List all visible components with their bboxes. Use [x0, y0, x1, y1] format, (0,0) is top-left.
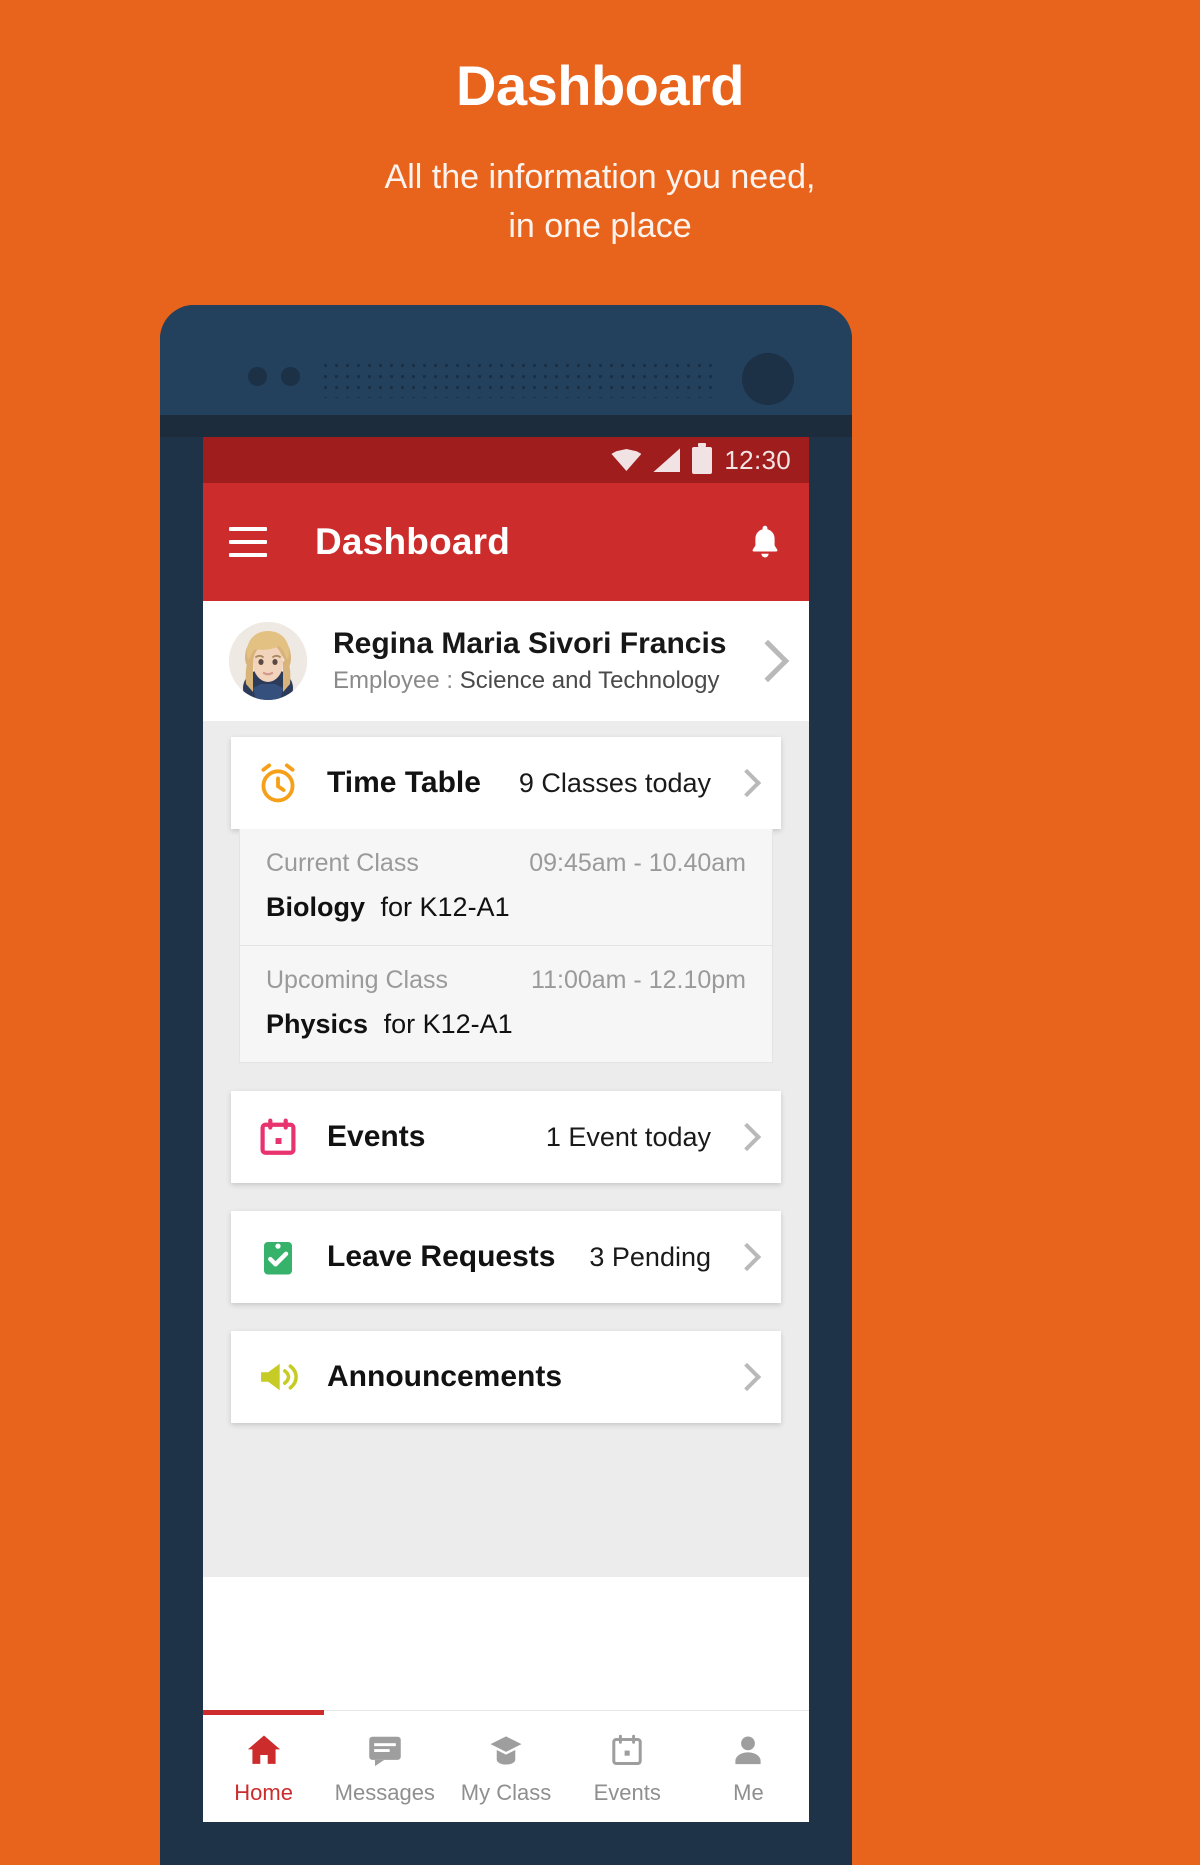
class-section: for K12-A1 [383, 1009, 513, 1039]
phone-mockup: 12:30 Dashboard Regina Maria Sivori Fran… [160, 305, 852, 1865]
card-announcements-row[interactable]: Announcements [231, 1331, 781, 1423]
battery-icon [692, 442, 713, 474]
chevron-right-icon[interactable] [732, 768, 762, 798]
promo-header: Dashboard All the information you need, … [0, 0, 1200, 300]
class-item-current[interactable]: Current Class 09:45am - 10.40am Biology … [240, 829, 772, 945]
profile-role: Employee : Science and Technology [333, 667, 743, 695]
class-section: for K12-A1 [380, 892, 510, 922]
class-item-upcoming[interactable]: Upcoming Class 11:00am - 12.10pm Physics… [240, 945, 772, 1062]
profile-row[interactable]: Regina Maria Sivori Francis Employee : S… [203, 601, 809, 721]
card-leave-requests[interactable]: Leave Requests 3 Pending [231, 1211, 781, 1303]
card-timetable-row[interactable]: Time Table 9 Classes today [231, 737, 781, 829]
status-bar: 12:30 [203, 437, 809, 483]
calendar-icon [255, 1116, 301, 1158]
profile-name: Regina Maria Sivori Francis [333, 627, 727, 660]
nav-item-home[interactable]: Home [203, 1710, 325, 1822]
card-announcements[interactable]: Announcements [231, 1331, 781, 1423]
phone-screen: 12:30 Dashboard Regina Maria Sivori Fran… [203, 437, 809, 1822]
nav-item-my-class[interactable]: My Class [445, 1711, 566, 1822]
message-icon [366, 1733, 404, 1772]
wifi-icon [611, 449, 642, 471]
chevron-right-icon[interactable] [732, 1242, 762, 1272]
app-bar: Dashboard [203, 483, 809, 601]
person-icon [730, 1733, 766, 1772]
alarm-clock-icon [255, 760, 301, 806]
nav-label: Me [733, 1780, 764, 1805]
calendar-icon [609, 1733, 645, 1772]
signal-icon [653, 448, 681, 472]
phone-bezel-strip [160, 415, 852, 437]
nav-item-messages[interactable]: Messages [324, 1711, 445, 1822]
nav-label: Home [234, 1780, 293, 1805]
status-bar-clock: 12:30 [724, 444, 791, 475]
profile-role-value: Science and Technology [459, 667, 720, 694]
chevron-right-icon[interactable] [732, 1362, 762, 1392]
front-camera-icon [742, 353, 794, 405]
page-title: Dashboard [315, 521, 511, 562]
avatar [229, 622, 307, 700]
clipboard-check-icon [255, 1236, 301, 1278]
nav-item-events[interactable]: Events [567, 1711, 688, 1822]
class-subject: Biology [266, 892, 365, 922]
dashboard-content: Time Table 9 Classes today Current Class… [203, 721, 809, 1577]
home-icon [245, 1733, 283, 1772]
sensor-dots-icon [248, 367, 300, 386]
class-time: 09:45am - 10.40am [529, 849, 746, 877]
card-events-meta: 1 Event today [545, 1121, 711, 1152]
nav-label: Messages [334, 1780, 435, 1805]
card-timetable-title: Time Table [327, 766, 481, 799]
card-leave-requests-meta: 3 Pending [589, 1241, 711, 1272]
nav-item-me[interactable]: Me [688, 1711, 809, 1822]
earpiece-grille-icon [320, 360, 715, 398]
nav-label: My Class [460, 1780, 552, 1805]
class-time: 11:00am - 12.10pm [531, 966, 746, 994]
card-announcements-title: Announcements [327, 1360, 563, 1393]
card-events-title: Events [327, 1120, 426, 1153]
timetable-class-list: Current Class 09:45am - 10.40am Biology … [239, 829, 773, 1063]
promo-subtitle-line-1: All the information you need, [384, 157, 816, 196]
class-label: Current Class [266, 849, 419, 877]
bottom-navigation: Home Messages My Class Events Me [203, 1710, 809, 1822]
card-events[interactable]: Events 1 Event today [231, 1091, 781, 1183]
card-leave-requests-title: Leave Requests [327, 1240, 556, 1273]
chevron-right-icon[interactable] [746, 639, 790, 683]
class-label: Upcoming Class [266, 966, 449, 994]
profile-role-label: Employee : [333, 667, 454, 694]
promo-subtitle-line-2: in one place [508, 206, 692, 245]
card-timetable[interactable]: Time Table 9 Classes today [231, 737, 781, 829]
hamburger-menu-icon[interactable] [229, 527, 267, 557]
card-leave-requests-row[interactable]: Leave Requests 3 Pending [231, 1211, 781, 1303]
megaphone-icon [255, 1356, 301, 1398]
promo-subtitle: All the information you need, in one pla… [0, 153, 1200, 252]
bell-icon[interactable] [747, 522, 783, 562]
card-timetable-meta: 9 Classes today [518, 767, 711, 798]
promo-title: Dashboard [456, 54, 745, 117]
phone-top-bezel [160, 305, 852, 415]
nav-label: Events [593, 1780, 661, 1805]
class-subject: Physics [266, 1009, 369, 1039]
chevron-right-icon[interactable] [732, 1122, 762, 1152]
profile-text: Regina Maria Sivori Francis Employee : S… [333, 627, 743, 695]
myclass-icon [487, 1733, 525, 1772]
card-events-row[interactable]: Events 1 Event today [231, 1091, 781, 1183]
